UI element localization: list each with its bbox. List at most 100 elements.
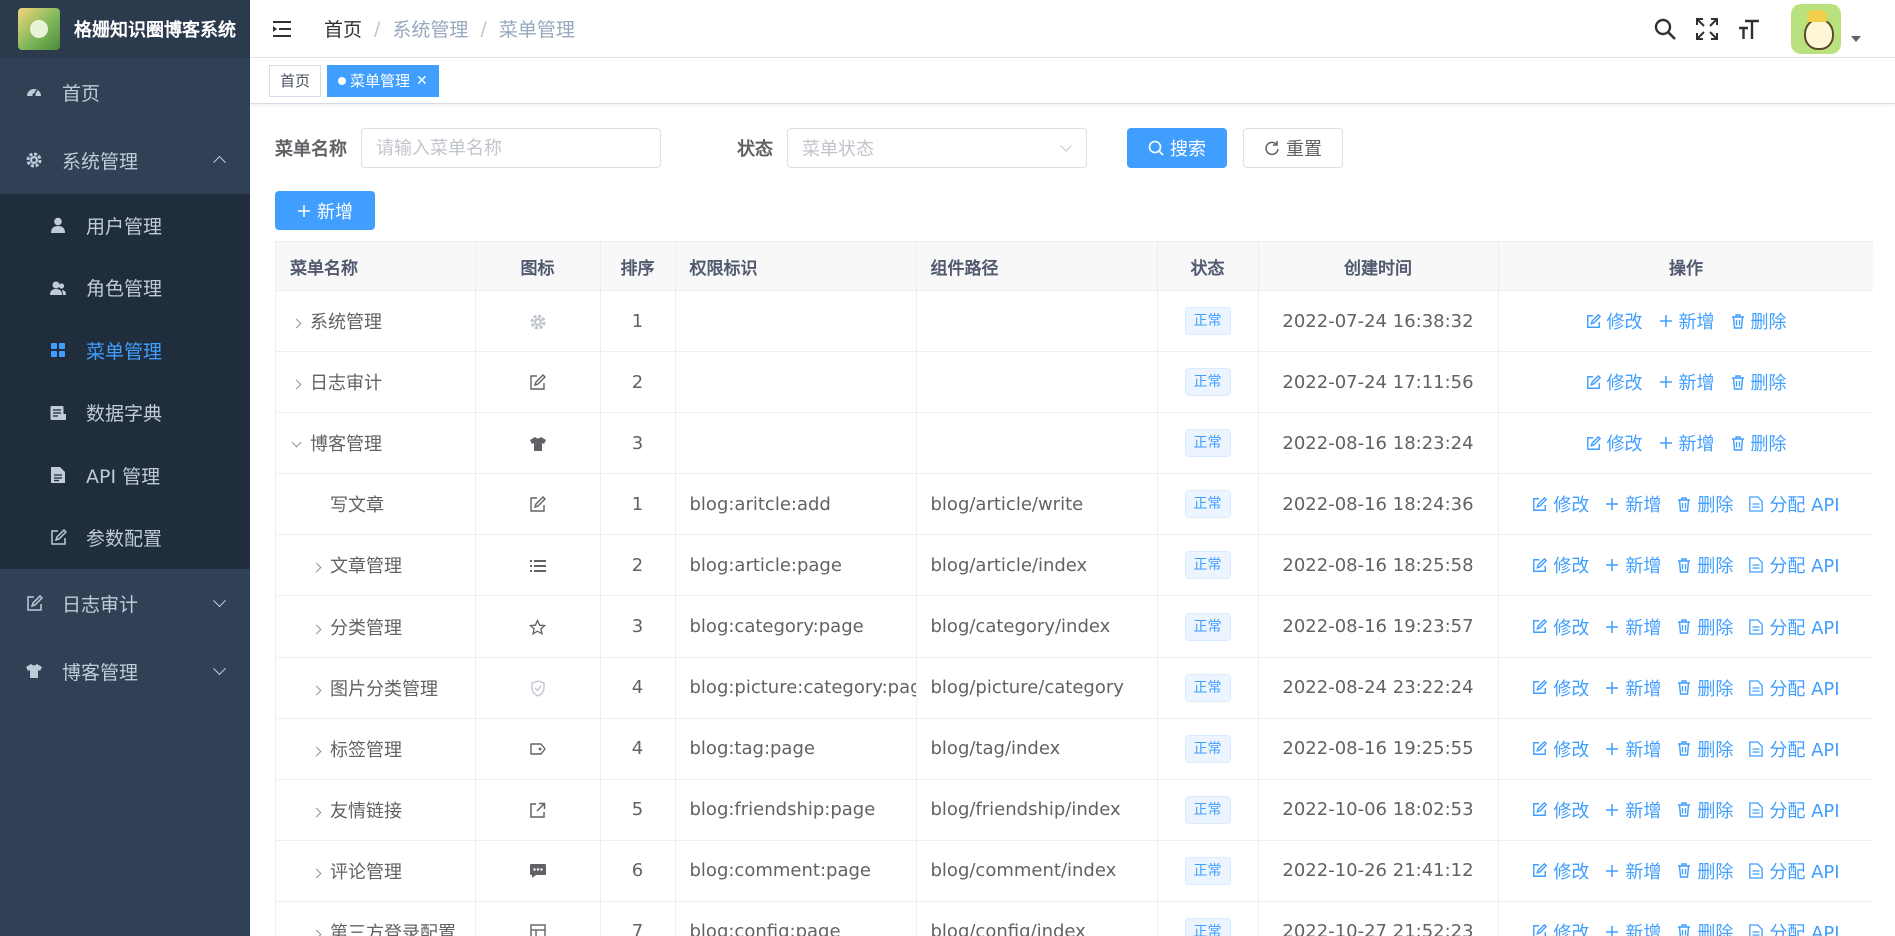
add-button-label: 新增 [317, 201, 353, 223]
delete-button[interactable]: 删除 [1677, 919, 1733, 936]
delete-button[interactable]: 删除 [1677, 675, 1733, 701]
sidebar-item-home[interactable]: 首页 [0, 58, 250, 126]
expand-icon[interactable] [306, 862, 326, 883]
add-child-button[interactable]: 新增 [1605, 675, 1661, 701]
collapse-icon[interactable] [286, 434, 306, 455]
sidebar-item-dict[interactable]: 数据字典 [0, 382, 250, 445]
delete-button[interactable]: 删除 [1731, 308, 1787, 334]
row-actions: 修改 新增 删除 分配 API [1499, 614, 1874, 640]
order-cell: 2 [600, 534, 676, 597]
sidebar-item-system[interactable]: 系统管理 [0, 126, 250, 194]
caret-down-icon[interactable] [1851, 36, 1861, 42]
add-child-button[interactable]: 新增 [1605, 919, 1661, 936]
action-label: 分配 API [1769, 617, 1840, 639]
edit-button[interactable]: 修改 [1532, 491, 1589, 517]
edit-button[interactable]: 修改 [1586, 308, 1643, 334]
table-row: 分类管理 3 blog:category:page blog/category/ind… [276, 595, 1874, 658]
add-child-button[interactable]: 新增 [1659, 308, 1715, 334]
add-child-button[interactable]: 新增 [1605, 552, 1661, 578]
sidebar-item-roles[interactable]: 角色管理 [0, 257, 250, 320]
search-icon[interactable] [1651, 15, 1679, 43]
delete-button[interactable]: 删除 [1677, 614, 1733, 640]
logo[interactable]: 格姗知识圈博客系统 [0, 0, 250, 58]
edit-icon [1532, 680, 1553, 695]
assign-api-button[interactable]: 分配 API [1749, 552, 1840, 578]
tag-menu-management[interactable]: 菜单管理 ✕ [327, 64, 439, 97]
add-child-button[interactable]: 新增 [1605, 614, 1661, 640]
status-select[interactable]: 菜单状态 [787, 128, 1087, 168]
expand-icon[interactable] [306, 618, 326, 639]
sidebar-item-blog[interactable]: 博客管理 [0, 637, 250, 705]
expand-icon[interactable] [306, 801, 326, 822]
assign-api-button[interactable]: 分配 API [1749, 491, 1840, 517]
reset-button[interactable]: 重置 [1243, 128, 1343, 168]
delete-button[interactable]: 删除 [1677, 552, 1733, 578]
assign-api-button[interactable]: 分配 API [1749, 919, 1840, 936]
delete-button[interactable]: 删除 [1677, 736, 1733, 762]
fullscreen-icon[interactable] [1693, 15, 1721, 43]
edit-button[interactable]: 修改 [1586, 430, 1643, 456]
action-label: 新增 [1625, 617, 1662, 639]
edit-button[interactable]: 修改 [1532, 919, 1589, 936]
plus-icon [297, 204, 311, 218]
sidebar-item-config[interactable]: 参数配置 [0, 507, 250, 570]
component-path-cell [916, 351, 1158, 414]
expand-icon[interactable] [286, 373, 306, 394]
edit-button[interactable]: 修改 [1532, 736, 1589, 762]
add-child-button[interactable]: 新增 [1605, 858, 1661, 884]
assign-api-button[interactable]: 分配 API [1749, 858, 1840, 884]
tag-label: 首页 [280, 72, 311, 90]
column-header: 操作 [1498, 241, 1873, 291]
edit-button[interactable]: 修改 [1586, 369, 1643, 395]
expand-icon[interactable] [306, 740, 326, 761]
edit-button[interactable]: 修改 [1532, 675, 1589, 701]
edit-button[interactable]: 修改 [1532, 858, 1589, 884]
font-size-icon[interactable] [1735, 15, 1763, 43]
sidebar-item-api[interactable]: API 管理 [0, 444, 250, 507]
action-label: 修改 [1606, 373, 1643, 395]
expand-icon[interactable] [306, 679, 326, 700]
actions-cell: 修改 新增 删除 [1498, 290, 1873, 353]
assign-api-button[interactable]: 分配 API [1749, 797, 1840, 823]
add-child-button[interactable]: 新增 [1605, 797, 1661, 823]
component-path-cell: blog/friendship/index [916, 779, 1158, 841]
tag-home[interactable]: 首页 [269, 64, 322, 97]
action-label: 删除 [1750, 373, 1787, 395]
dashboard-icon [24, 82, 44, 102]
edit-button[interactable]: 修改 [1532, 614, 1589, 640]
edit-button[interactable]: 修改 [1532, 797, 1589, 823]
add-child-button[interactable]: 新增 [1659, 430, 1715, 456]
add-child-button[interactable]: 新增 [1605, 491, 1661, 517]
delete-button[interactable]: 删除 [1731, 369, 1787, 395]
delete-button[interactable]: 删除 [1677, 797, 1733, 823]
delete-button[interactable]: 删除 [1677, 491, 1733, 517]
sidebar-item-menus[interactable]: 菜单管理 [0, 319, 250, 382]
sidebar-item-label: 菜单管理 [86, 340, 163, 363]
add-child-button[interactable]: 新增 [1605, 736, 1661, 762]
sidebar-item-label: 参数配置 [86, 528, 163, 551]
expand-icon[interactable] [286, 312, 306, 333]
expand-icon[interactable] [306, 923, 326, 936]
delete-button[interactable]: 删除 [1677, 858, 1733, 884]
close-icon[interactable]: ✕ [416, 73, 428, 89]
search-button[interactable]: 搜索 [1127, 128, 1227, 168]
menu-name: 评论管理 [330, 861, 402, 883]
avatar[interactable] [1791, 4, 1841, 54]
menu-name-input[interactable] [361, 128, 661, 168]
assign-api-button[interactable]: 分配 API [1749, 614, 1840, 640]
delete-button[interactable]: 删除 [1731, 430, 1787, 456]
action-label: 分配 API [1769, 678, 1840, 700]
created-time-cell: 2022-08-24 23:22:24 [1258, 657, 1499, 719]
assign-api-button[interactable]: 分配 API [1749, 736, 1840, 762]
assign-api-button[interactable]: 分配 API [1749, 675, 1840, 701]
breadcrumb-item[interactable]: 首页 [324, 15, 362, 42]
status-select-placeholder: 菜单状态 [802, 139, 874, 160]
edit-button[interactable]: 修改 [1532, 552, 1589, 578]
icon-cell [475, 351, 601, 414]
add-child-button[interactable]: 新增 [1659, 369, 1715, 395]
hamburger-icon[interactable] [270, 17, 294, 41]
expand-icon[interactable] [306, 556, 326, 577]
add-menu-button[interactable]: 新增 [275, 191, 375, 230]
sidebar-item-users[interactable]: 用户管理 [0, 194, 250, 257]
sidebar-item-audit[interactable]: 日志审计 [0, 569, 250, 637]
